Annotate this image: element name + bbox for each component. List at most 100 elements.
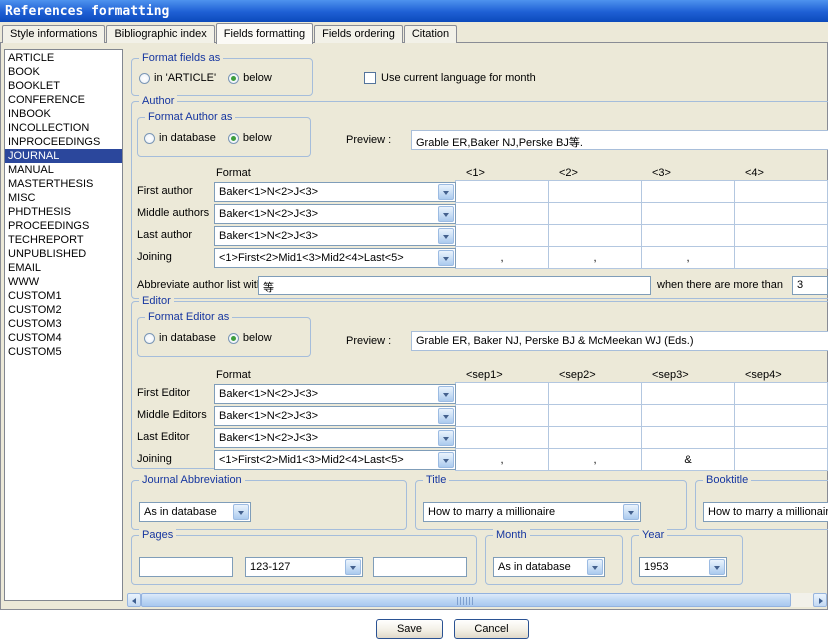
list-item[interactable]: ARTICLE <box>5 51 122 65</box>
abbreviate-threshold-input[interactable]: 3 <box>792 276 828 295</box>
list-item[interactable]: INPROCEEDINGS <box>5 135 122 149</box>
dropdown-arrow-icon[interactable] <box>438 184 454 200</box>
radio-editor-in-database[interactable] <box>144 332 155 344</box>
author-first-format-select[interactable]: Baker<1>N<2>J<3> <box>214 182 456 202</box>
editor-middle-format-select[interactable]: Baker<1>N<2>J<3> <box>214 406 456 426</box>
separator-cell[interactable] <box>641 404 735 427</box>
list-item[interactable]: CUSTOM1 <box>5 289 122 303</box>
separator-cell[interactable] <box>548 404 642 427</box>
month-select[interactable]: As in database <box>493 557 605 577</box>
separator-cell[interactable]: , <box>455 246 549 269</box>
list-item[interactable]: UNPUBLISHED <box>5 247 122 261</box>
pages-format-select[interactable]: 123-127 <box>245 557 363 577</box>
separator-cell[interactable]: , <box>641 246 735 269</box>
horizontal-scrollbar[interactable] <box>127 593 827 607</box>
dropdown-arrow-icon[interactable] <box>623 504 639 520</box>
separator-cell[interactable] <box>548 426 642 449</box>
separator-cell[interactable] <box>641 180 735 203</box>
radio-author-below[interactable] <box>227 132 239 144</box>
author-middle-format-select[interactable]: Baker<1>N<2>J<3> <box>214 204 456 224</box>
list-item[interactable]: EMAIL <box>5 261 122 275</box>
cancel-button[interactable]: Cancel <box>454 619 529 639</box>
list-item[interactable]: PHDTHESIS <box>5 205 122 219</box>
separator-cell[interactable] <box>641 224 735 247</box>
list-item[interactable]: MANUAL <box>5 163 122 177</box>
separator-cell[interactable] <box>455 202 549 225</box>
scroll-right-arrow-icon[interactable] <box>813 593 827 607</box>
separator-cell[interactable] <box>455 180 549 203</box>
editor-last-format-select[interactable]: Baker<1>N<2>J<3> <box>214 428 456 448</box>
journal-abbreviation-select[interactable]: As in database <box>139 502 251 522</box>
abbreviate-input[interactable]: 等 <box>258 276 651 295</box>
separator-cell[interactable] <box>734 180 828 203</box>
separator-cell[interactable] <box>734 426 828 449</box>
scrollbar-track[interactable] <box>791 593 813 607</box>
list-item[interactable]: MASTERTHESIS <box>5 177 122 191</box>
separator-cell[interactable] <box>455 224 549 247</box>
entry-type-list[interactable]: ARTICLE BOOK BOOKLET CONFERENCE INBOOK I… <box>4 49 123 601</box>
year-select[interactable]: 1953 <box>639 557 727 577</box>
list-item[interactable]: CONFERENCE <box>5 93 122 107</box>
dropdown-arrow-icon[interactable] <box>438 228 454 244</box>
dropdown-arrow-icon[interactable] <box>587 559 603 575</box>
dropdown-arrow-icon[interactable] <box>438 408 454 424</box>
radio-in-article[interactable] <box>139 72 150 84</box>
list-item[interactable]: PROCEEDINGS <box>5 219 122 233</box>
list-item-selected[interactable]: JOURNAL <box>5 149 122 163</box>
separator-cell[interactable] <box>455 404 549 427</box>
dropdown-arrow-icon[interactable] <box>438 386 454 402</box>
dropdown-arrow-icon[interactable] <box>438 452 454 468</box>
separator-cell[interactable] <box>734 448 828 471</box>
pages-first-input[interactable] <box>139 557 233 577</box>
author-joining-format-select[interactable]: <1>First<2>Mid1<3>Mid2<4>Last<5> <box>214 248 456 268</box>
separator-cell[interactable] <box>548 180 642 203</box>
separator-cell[interactable] <box>455 426 549 449</box>
author-preview-field[interactable]: Grable ER,Baker NJ,Perske BJ等. <box>411 130 828 150</box>
separator-cell[interactable] <box>548 202 642 225</box>
separator-cell[interactable] <box>734 224 828 247</box>
list-item[interactable]: MISC <box>5 191 122 205</box>
editor-first-format-select[interactable]: Baker<1>N<2>J<3> <box>214 384 456 404</box>
separator-cell[interactable] <box>455 382 549 405</box>
author-last-format-select[interactable]: Baker<1>N<2>J<3> <box>214 226 456 246</box>
separator-cell[interactable] <box>641 202 735 225</box>
editor-preview-field[interactable]: Grable ER, Baker NJ, Perske BJ & McMeeka… <box>411 331 828 351</box>
tab-fields-ordering[interactable]: Fields ordering <box>314 25 403 43</box>
separator-cell[interactable] <box>734 404 828 427</box>
title-select[interactable]: How to marry a millionaire <box>423 502 641 522</box>
dropdown-arrow-icon[interactable] <box>233 504 249 520</box>
list-item[interactable]: TECHREPORT <box>5 233 122 247</box>
list-item[interactable]: CUSTOM2 <box>5 303 122 317</box>
dropdown-arrow-icon[interactable] <box>345 559 361 575</box>
list-item[interactable]: CUSTOM4 <box>5 331 122 345</box>
list-item[interactable]: WWW <box>5 275 122 289</box>
radio-author-in-database[interactable] <box>144 132 155 144</box>
dropdown-arrow-icon[interactable] <box>438 430 454 446</box>
tab-bibliographic-index[interactable]: Bibliographic index <box>106 25 215 43</box>
list-item[interactable]: INBOOK <box>5 107 122 121</box>
save-button[interactable]: Save <box>376 619 443 639</box>
list-item[interactable]: CUSTOM3 <box>5 317 122 331</box>
radio-editor-below[interactable] <box>227 332 239 344</box>
tab-fields-formatting[interactable]: Fields formatting <box>215 23 314 44</box>
separator-cell[interactable]: , <box>548 246 642 269</box>
list-item[interactable]: CUSTOM5 <box>5 345 122 359</box>
dropdown-arrow-icon[interactable] <box>438 206 454 222</box>
dropdown-arrow-icon[interactable] <box>438 250 454 266</box>
separator-cell[interactable] <box>734 246 828 269</box>
separator-cell[interactable]: , <box>455 448 549 471</box>
booktitle-select[interactable]: How to marry a millionaire <box>703 502 828 522</box>
pages-last-input[interactable] <box>373 557 467 577</box>
separator-cell[interactable] <box>548 224 642 247</box>
separator-cell[interactable]: , <box>548 448 642 471</box>
tab-citation[interactable]: Citation <box>403 25 458 43</box>
dropdown-arrow-icon[interactable] <box>709 559 725 575</box>
list-item[interactable]: INCOLLECTION <box>5 121 122 135</box>
radio-below-fields[interactable] <box>228 72 240 84</box>
month-language-checkbox[interactable] <box>364 72 376 84</box>
separator-cell[interactable] <box>734 382 828 405</box>
list-item[interactable]: BOOK <box>5 65 122 79</box>
list-item[interactable]: BOOKLET <box>5 79 122 93</box>
scrollbar-thumb[interactable] <box>141 593 791 607</box>
separator-cell[interactable] <box>641 426 735 449</box>
